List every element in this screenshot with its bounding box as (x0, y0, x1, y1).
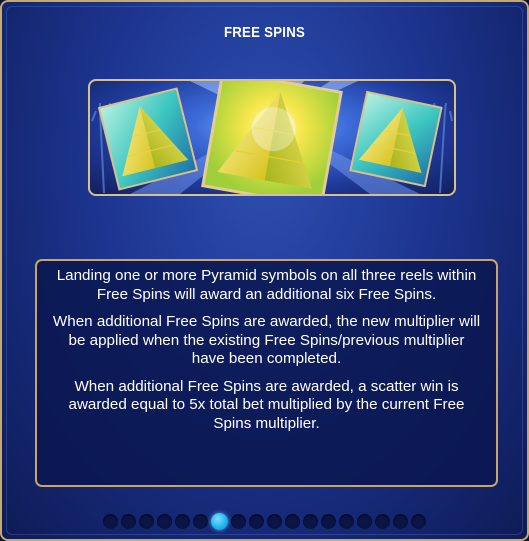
rule-paragraph-3: When additional Free Spins are awarded, … (68, 377, 465, 432)
page-indicator (2, 512, 527, 530)
page-dot[interactable] (411, 513, 426, 529)
page-dot[interactable] (267, 513, 282, 529)
page-dot[interactable] (375, 513, 390, 529)
page-dot[interactable] (339, 513, 354, 529)
pyramid-tile-left (97, 87, 199, 191)
page-dot-active[interactable] (211, 512, 228, 530)
pyramid-tile-center (201, 81, 343, 194)
rule-paragraph-1: Landing one or more Pyramid symbols on a… (56, 267, 477, 303)
page-dot[interactable] (285, 513, 300, 529)
rules-text-box: Landing one or more Pyramid symbols on a… (35, 259, 498, 487)
pyramid-tile-right (349, 90, 443, 188)
page-dot[interactable] (139, 513, 154, 529)
page-dot[interactable] (303, 513, 318, 529)
rule-paragraph-2: When additional Free Spins are awarded, … (52, 313, 481, 367)
page-dot[interactable] (231, 513, 246, 529)
page-dot[interactable] (103, 513, 118, 529)
page-dot[interactable] (193, 513, 208, 529)
page-title: FREE SPINS (223, 24, 306, 41)
page-dot[interactable] (357, 513, 372, 529)
page-dot[interactable] (175, 513, 190, 529)
page-dot[interactable] (321, 513, 336, 529)
pyramid-symbols-illustration (88, 79, 456, 196)
page-dot[interactable] (393, 513, 408, 529)
page-dot[interactable] (157, 513, 172, 529)
page-dot[interactable] (249, 513, 264, 529)
page-dot[interactable] (121, 513, 136, 529)
pyramid-symbols-icon (91, 81, 453, 194)
free-spins-info-panel: FREE SPINS Landing one or more Pyramid s… (0, 0, 529, 541)
